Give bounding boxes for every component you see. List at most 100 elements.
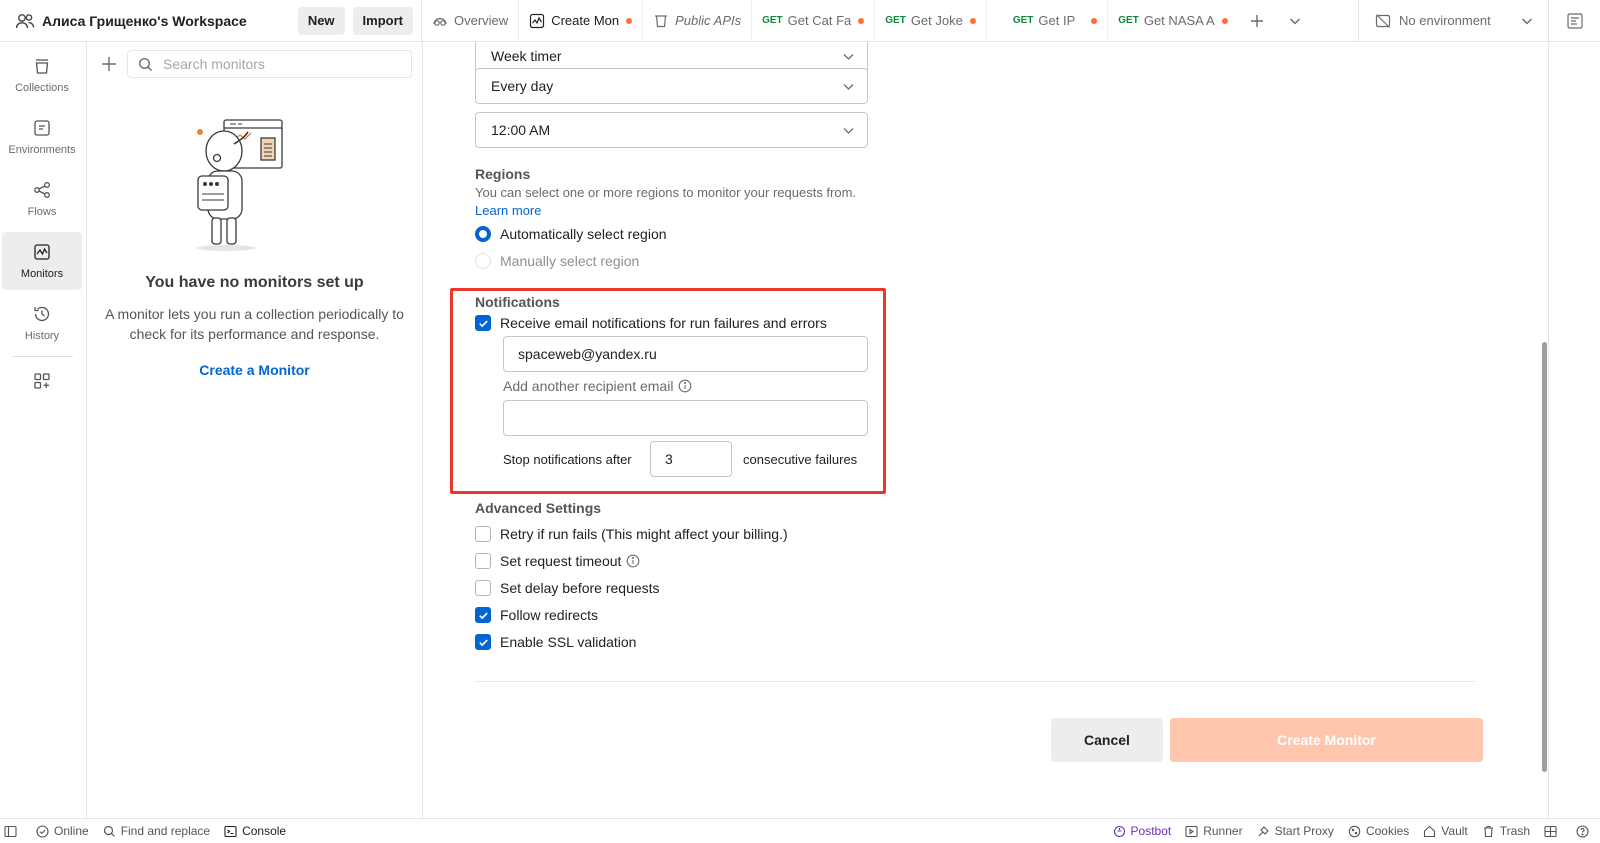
tab-overview[interactable]: Overview: [422, 0, 520, 42]
search-icon: [103, 825, 116, 838]
cookie-icon: [1348, 825, 1361, 838]
cookies-label: Cookies: [1365, 824, 1410, 838]
manual-region-radio[interactable]: Manually select region: [475, 253, 639, 269]
checkbox-label: Receive email notifications for run fail…: [500, 315, 827, 331]
chevron-down-icon: [1288, 14, 1302, 28]
tab-get-cat-fact[interactable]: GET Get Cat Fa: [752, 0, 876, 42]
search-box[interactable]: [127, 50, 412, 78]
tab-label: Overview: [454, 13, 509, 28]
monitors-icon: [32, 242, 52, 262]
left-nav: Collections Environments Flows Monitors …: [0, 42, 87, 818]
console-icon: [224, 825, 237, 838]
import-button[interactable]: Import: [352, 6, 413, 35]
collections-icon: [32, 56, 52, 76]
no-environment-icon: [1375, 13, 1391, 29]
method-badge: GET: [762, 15, 783, 26]
workspace-title[interactable]: Алиса Грищенко's Workspace: [42, 13, 298, 29]
chevron-down-icon: [842, 50, 855, 63]
auto-region-radio[interactable]: Automatically select region: [475, 226, 667, 242]
tab-get-joke[interactable]: GET Get Joke: [875, 0, 987, 42]
search-input[interactable]: [163, 56, 383, 72]
check-circle-icon: [36, 824, 49, 838]
runner-button[interactable]: Runner: [1185, 824, 1243, 838]
toggle-sidebar-button[interactable]: [4, 825, 22, 838]
empty-state-description: A monitor lets you run a collection peri…: [105, 306, 404, 342]
postbot-icon: [1113, 825, 1126, 838]
environment-selector[interactable]: No environment: [1358, 0, 1548, 42]
stop-after-input[interactable]: [650, 441, 732, 477]
unsaved-dot: [969, 17, 976, 24]
cookies-button[interactable]: Cookies: [1348, 824, 1409, 838]
postbot-label: Postbot: [1130, 824, 1172, 838]
retry-checkbox[interactable]: Retry if run fails (This might affect yo…: [475, 526, 788, 542]
online-status[interactable]: Online: [36, 824, 89, 838]
ssl-validation-checkbox[interactable]: Enable SSL validation: [475, 634, 636, 650]
add-recipient-text: Add another recipient email: [503, 378, 674, 394]
checkbox-checked: [475, 634, 491, 650]
stop-after-label: Stop notifications after: [503, 452, 632, 467]
follow-redirects-checkbox[interactable]: Follow redirects: [475, 607, 598, 623]
trash-label: Trash: [1499, 824, 1530, 838]
runner-label: Runner: [1203, 824, 1243, 838]
help-button[interactable]: [1576, 824, 1594, 838]
trash-button[interactable]: Trash: [1482, 824, 1530, 838]
request-timeout-checkbox[interactable]: Set request timeout: [475, 553, 640, 569]
nav-environments[interactable]: Environments: [2, 108, 82, 166]
trash-icon: [1482, 825, 1495, 838]
tab-create-monitor[interactable]: Create Mon: [519, 0, 644, 42]
tab-get-nasa[interactable]: GET Get NASA A: [1108, 0, 1237, 42]
vault-label: Vault: [1441, 824, 1468, 838]
find-replace-label: Find and replace: [120, 824, 211, 838]
documentation-icon: [1566, 12, 1584, 30]
history-icon: [32, 304, 52, 324]
create-monitor-link[interactable]: Create a Monitor: [87, 362, 422, 378]
info-icon[interactable]: [678, 379, 692, 393]
vault-button[interactable]: Vault: [1423, 824, 1468, 838]
postbot-button[interactable]: Postbot: [1113, 824, 1172, 838]
create-monitor-button[interactable]: Create Monitor: [1170, 718, 1483, 762]
start-proxy-button[interactable]: Start Proxy: [1257, 824, 1334, 838]
email-notifications-checkbox[interactable]: Receive email notifications for run fail…: [475, 315, 827, 331]
plus-icon: [1249, 13, 1265, 29]
plus-icon[interactable]: [99, 54, 119, 74]
tabs-menu-button[interactable]: [1276, 0, 1314, 42]
cancel-button[interactable]: Cancel: [1051, 718, 1163, 762]
nav-history[interactable]: History: [2, 294, 82, 352]
additional-recipient-input[interactable]: [503, 400, 868, 436]
nav-flows[interactable]: Flows: [2, 170, 82, 228]
regions-help: You can select one or more regions to mo…: [475, 185, 857, 200]
frequency-value: Every day: [491, 78, 554, 94]
tab-get-ip[interactable]: GET Get IP: [987, 0, 1109, 42]
recipient-email-input[interactable]: [503, 336, 868, 372]
new-button[interactable]: New: [297, 6, 345, 35]
time-select[interactable]: 12:00 AM: [475, 112, 868, 148]
tab-public-apis[interactable]: Public APIs: [643, 0, 753, 42]
tab-label: Get Cat Fa: [787, 13, 852, 28]
configure-sidebar-button[interactable]: [2, 363, 82, 399]
tab-label: Create Mon: [551, 13, 620, 28]
layout-toggle-button[interactable]: [1544, 825, 1562, 838]
two-pane-icon: [1544, 825, 1557, 838]
console-button[interactable]: Console: [224, 824, 286, 838]
monitor-icon: [529, 13, 545, 29]
notifications-title: Notifications: [475, 294, 560, 310]
unsaved-dot: [626, 17, 633, 24]
frequency-select[interactable]: Every day: [475, 68, 868, 104]
right-sidebar-toggle[interactable]: [1548, 0, 1600, 42]
request-delay-checkbox[interactable]: Set delay before requests: [475, 580, 660, 596]
method-badge: GET: [1012, 15, 1034, 26]
team-icon: [14, 10, 36, 32]
checkbox-checked: [475, 607, 491, 623]
new-tab-button[interactable]: [1238, 0, 1276, 42]
create-monitor-form: Week timer Every day 12:00 AM Regions Yo…: [423, 42, 1548, 818]
nav-collections[interactable]: Collections: [2, 46, 82, 104]
info-icon[interactable]: [626, 554, 640, 568]
learn-more-link[interactable]: Learn more: [475, 203, 541, 218]
right-sidebar: [1548, 42, 1600, 818]
radio-label: Manually select region: [500, 253, 640, 269]
nav-monitors[interactable]: Monitors: [2, 232, 82, 290]
environments-icon: [32, 118, 52, 138]
scrollbar[interactable]: [1542, 342, 1547, 772]
add-recipient-label: Add another recipient email: [503, 378, 692, 394]
find-replace-button[interactable]: Find and replace: [103, 824, 210, 838]
